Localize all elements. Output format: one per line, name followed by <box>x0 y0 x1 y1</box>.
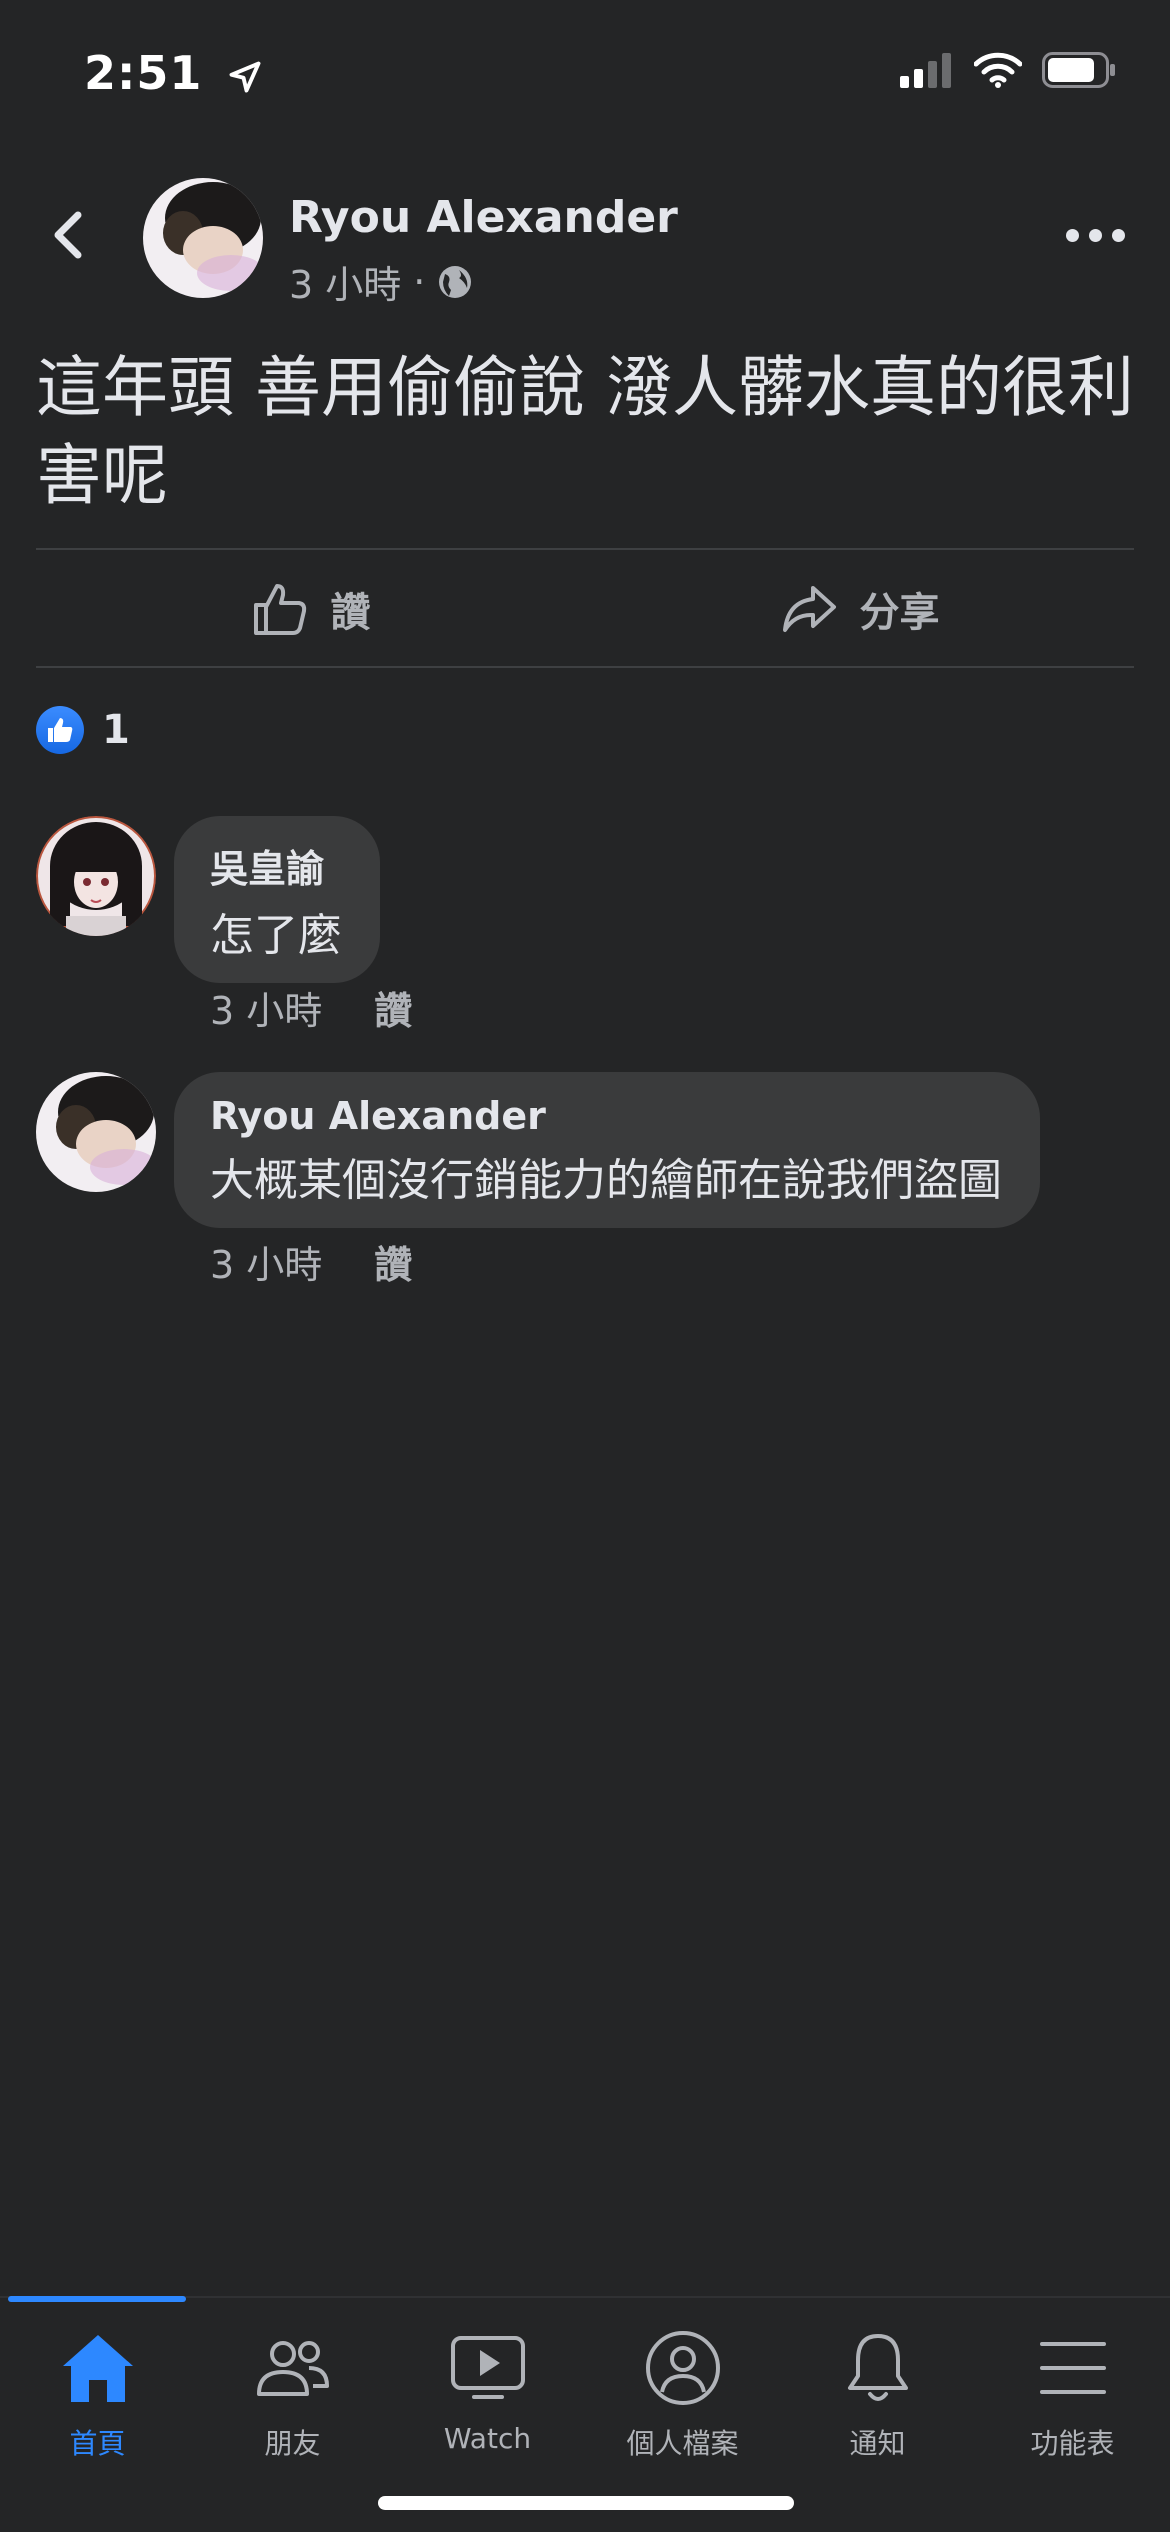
comment-text: 大概某個沒行銷能力的繪師在說我們盜圖 <box>210 1155 1002 1206</box>
tab-label: 首頁 <box>69 2427 126 2460</box>
friends-icon <box>253 2328 333 2408</box>
bell-icon <box>838 2328 918 2408</box>
post-actions: 讚 分享 <box>36 550 1134 668</box>
watch-icon <box>448 2328 528 2408</box>
share-arrow-icon <box>782 586 836 632</box>
tab-friends[interactable]: 朋友 <box>195 2328 390 2462</box>
comment-like-button[interactable]: 讚 <box>374 1234 412 1289</box>
tab-home[interactable]: 首頁 <box>0 2328 195 2462</box>
active-tab-indicator <box>8 2296 186 2302</box>
status-indicators <box>900 52 1116 88</box>
location-arrow-icon <box>229 61 261 92</box>
comment-time: 3 小時 <box>210 1243 323 1287</box>
more-options-icon[interactable] <box>1060 220 1130 250</box>
post-meta: 3 小時 · <box>289 254 473 309</box>
tab-notifications[interactable]: 通知 <box>780 2328 975 2462</box>
home-indicator[interactable] <box>378 2496 794 2510</box>
commenter-avatar[interactable] <box>36 1072 156 1192</box>
tab-label: 個人檔案 <box>626 2427 739 2460</box>
like-button[interactable]: 讚 <box>36 550 585 668</box>
status-time: 2:51 <box>84 46 263 100</box>
home-icon <box>58 2328 138 2408</box>
comment-meta: 3 小時 讚 <box>210 1234 412 1289</box>
comment-bubble[interactable]: Ryou Alexander 大概某個沒行銷能力的繪師在說我們盜圖 <box>174 1072 1040 1228</box>
share-button[interactable]: 分享 <box>585 550 1134 668</box>
commenter-name[interactable]: 吳皇諭 <box>210 838 342 893</box>
tab-watch[interactable]: Watch <box>390 2328 585 2462</box>
meta-separator: · <box>413 259 426 304</box>
comment-bubble[interactable]: 吳皇諭 怎了麼 <box>174 816 380 983</box>
tab-label: Watch <box>443 2422 532 2455</box>
comment-text: 怎了麼 <box>210 910 342 961</box>
commenter-name[interactable]: Ryou Alexander <box>210 1094 1002 1138</box>
like-button-label: 讚 <box>330 590 371 636</box>
status-time-text: 2:51 <box>84 46 203 100</box>
menu-icon <box>1033 2328 1113 2408</box>
like-reaction-icon <box>36 706 84 754</box>
reaction-summary[interactable]: 1 <box>36 706 130 754</box>
cellular-signal-icon <box>900 53 951 88</box>
tab-label: 通知 <box>849 2427 906 2460</box>
post-text: 這年頭 善用偷偷說 潑人髒水真的很利害呢 <box>36 349 1134 514</box>
tab-label: 朋友 <box>264 2427 321 2460</box>
battery-icon <box>1042 52 1115 88</box>
comment-meta: 3 小時 讚 <box>210 980 412 1035</box>
author-avatar[interactable] <box>143 178 263 298</box>
wifi-icon <box>974 52 1022 88</box>
tab-label: 功能表 <box>1030 2427 1115 2460</box>
thumbs-up-icon <box>253 584 306 635</box>
profile-icon <box>643 2328 723 2408</box>
reaction-count: 1 <box>102 707 130 753</box>
author-name[interactable]: Ryou Alexander <box>289 192 678 243</box>
post-header: Ryou Alexander 3 小時 · <box>0 170 1170 307</box>
post-time: 3 小時 <box>289 263 402 307</box>
share-button-label: 分享 <box>859 590 940 636</box>
comment-time: 3 小時 <box>210 989 323 1033</box>
commenter-avatar[interactable] <box>36 816 156 936</box>
back-chevron-icon[interactable] <box>40 205 100 265</box>
status-bar: 2:51 <box>0 0 1170 150</box>
divider-bottom <box>36 666 1134 668</box>
tab-menu[interactable]: 功能表 <box>975 2328 1170 2462</box>
comment-like-button[interactable]: 讚 <box>374 980 412 1035</box>
tab-profile[interactable]: 個人檔案 <box>585 2328 780 2462</box>
globe-icon <box>439 265 472 298</box>
